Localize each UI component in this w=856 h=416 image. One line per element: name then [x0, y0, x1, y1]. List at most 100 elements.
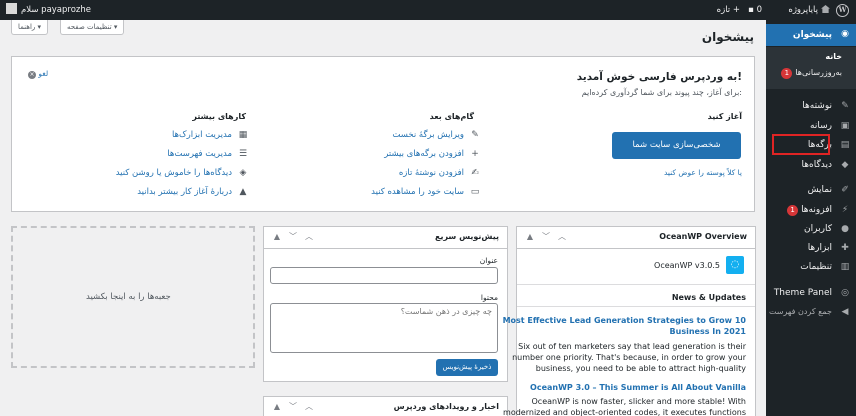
- wp-events-title: اخبار و رویدادهای وردپرس: [393, 402, 499, 411]
- sidebar-item-theme-panel[interactable]: ◎ Theme Panel: [766, 283, 856, 303]
- oceanwp-version: OceanWP v3.0.5: [654, 261, 720, 270]
- site-name-link[interactable]: پایاپروژه: [788, 0, 830, 20]
- pages-highlight-box: [772, 134, 830, 155]
- article-link-oceanwp-3[interactable]: OceanWP 3.0 – This Summer is All About V…: [530, 383, 746, 392]
- menus-icon: ☰: [238, 149, 248, 159]
- plus-icon: +: [471, 149, 479, 159]
- title-label: عنوان: [479, 256, 498, 265]
- help-button[interactable]: راهنما ▾: [11, 20, 49, 35]
- article-link-lead-generation-2[interactable]: Business In 2021: [670, 327, 746, 336]
- get-started-heading: آغاز کنید: [707, 112, 742, 121]
- sidebar-item-label: افزونه‌ها: [801, 205, 832, 215]
- add-post-link[interactable]: افزودن نوشتهٔ تازه: [399, 168, 464, 178]
- news-updates-heading: News & Updates: [671, 293, 746, 302]
- article-excerpt-line: Six out of ten marketers say that lead g…: [518, 342, 746, 351]
- media-icon: ▣: [840, 121, 850, 131]
- sidebar-item-media[interactable]: ▣ رسانه: [766, 116, 856, 136]
- quick-draft-header: پیش‌نویس سریع ︿ ﹀ ▲: [264, 227, 507, 249]
- article-excerpt-line: business, you need to be able to attract…: [535, 364, 746, 373]
- article-excerpt-line: OceanWP is now faster, slicker and more …: [531, 397, 747, 406]
- sidebar-item-settings[interactable]: ▥ تنظیمات: [766, 257, 856, 277]
- manage-widgets-link[interactable]: مدیریت ابزارک‌ها: [172, 130, 232, 140]
- comments-link[interactable]: ▪ 0: [748, 0, 762, 20]
- sidebar-item-label: Theme Panel: [773, 288, 832, 298]
- quick-draft-title: پیش‌نویس سریع: [434, 232, 499, 241]
- dismiss-label: لغو: [38, 69, 49, 78]
- sidebar-item-label: به‌روزرسانی‌ها: [795, 68, 842, 77]
- oceanwp-title: OceanWP Overview: [659, 232, 747, 241]
- sidebar-item-tools[interactable]: ✚ ابزارها: [766, 238, 856, 258]
- my-account-link[interactable]: سلام payaprozhe: [6, 0, 91, 20]
- divider: [517, 306, 755, 307]
- sidebar-item-label: دیدگاه‌ها: [801, 160, 832, 170]
- settings-icon: ▥: [840, 262, 850, 272]
- welcome-title: به وردپرس فارسی خوش آمدید!: [576, 71, 742, 83]
- sidebar-item-plugins[interactable]: ⚡ 1 افزونه‌ها: [766, 200, 856, 220]
- divider: [517, 284, 755, 285]
- new-content-link[interactable]: تازه +: [717, 0, 740, 20]
- sidebar-item-label: نمایش: [807, 185, 832, 195]
- comment-toggle-icon: ◈: [239, 168, 247, 178]
- view-site-link[interactable]: سایت خود را مشاهده کنید: [371, 187, 464, 197]
- avatar: [6, 3, 17, 14]
- wp-events-header: اخبار و رویدادهای وردپرس ︿ ﹀ ▲: [264, 397, 507, 416]
- dismiss-welcome-link[interactable]: × لغو: [26, 69, 48, 79]
- widgets-icon: ▦: [238, 130, 248, 140]
- move-up-icon[interactable]: ︿: [304, 232, 314, 242]
- sidebar-spacer: [766, 81, 856, 89]
- save-draft-button[interactable]: ذخیرهٔ پیش‌نویس: [436, 359, 498, 376]
- plugins-badge: 1: [787, 205, 799, 216]
- sidebar-item-users[interactable]: ● کاربران: [766, 219, 856, 239]
- more-actions-heading: کارهای بیشتر: [192, 112, 246, 121]
- write-icon: ✍: [471, 168, 479, 178]
- add-pages-link[interactable]: افزودن برگه‌های بیشتر: [384, 149, 464, 159]
- learn-icon: ▲: [239, 187, 247, 197]
- edit-front-page-link[interactable]: ویرایش برگهٔ نخست: [392, 130, 464, 140]
- comments-count: 0: [756, 5, 762, 15]
- sidebar-item-label: ابزارها: [807, 243, 832, 253]
- sidebar-collapse-menu[interactable]: ◀ جمع کردن فهرست: [766, 302, 856, 322]
- wordpress-logo-icon[interactable]: W: [836, 0, 850, 20]
- draft-content-textarea[interactable]: [270, 303, 498, 353]
- site-name: پایاپروژه: [788, 5, 818, 15]
- screen-options-button[interactable]: تنظیمات صفحه ▾: [60, 20, 125, 35]
- sidebar-item-label: نوشته‌ها: [802, 101, 832, 111]
- article-link-lead-generation[interactable]: Most Effective Lead Generation Strategie…: [503, 316, 746, 325]
- page-title: پیشخوان: [701, 30, 754, 44]
- wrench-icon: ✚: [841, 243, 849, 253]
- sidebar-item-posts[interactable]: ✎ نوشته‌ها: [766, 96, 856, 116]
- wp-events-widget: اخبار و رویدادهای وردپرس ︿ ﹀ ▲: [263, 396, 508, 416]
- close-icon: ×: [28, 71, 36, 79]
- sidebar-item-comments[interactable]: ◆ دیدگاه‌ها: [766, 155, 856, 175]
- comment-icon: ▪: [748, 5, 754, 15]
- article-excerpt-line: number one priority. That's because, in …: [512, 353, 746, 362]
- change-theme-link[interactable]: یا کلاً پوسته را عوض کنید: [664, 168, 742, 177]
- move-up-icon[interactable]: ︿: [304, 402, 314, 412]
- learn-more-link[interactable]: دربارهٔ آغاز کار بیشتر بدانید: [137, 187, 232, 197]
- sidebar-item-dashboard[interactable]: ◉ پیشخوان: [766, 24, 856, 46]
- help-label: راهنما: [18, 23, 36, 31]
- welcome-subtitle: برای آغاز، چند پیوند برای شما گردآوری کر…: [581, 88, 742, 97]
- theme-panel-icon: ◎: [841, 288, 849, 298]
- sidebar-item-appearance[interactable]: ✐ نمایش: [766, 180, 856, 200]
- toggle-panel-icon[interactable]: ▲: [272, 402, 282, 412]
- sidebar-item-label: تنظیمات: [800, 262, 832, 272]
- move-down-icon[interactable]: ﹀: [541, 232, 551, 242]
- move-down-icon[interactable]: ﹀: [288, 402, 298, 412]
- customize-site-button[interactable]: شخصی‌سازی سایت شما: [612, 132, 741, 159]
- manage-menus-link[interactable]: مدیریت فهرست‌ها: [167, 149, 232, 159]
- toggle-panel-icon[interactable]: ▲: [272, 232, 282, 242]
- draft-title-input[interactable]: [270, 267, 498, 284]
- sidebar-sub-updates[interactable]: 1 به‌روزرسانی‌ها: [766, 63, 856, 83]
- screen-options-label: تنظیمات صفحه: [67, 23, 112, 31]
- content-label: محتوا: [480, 293, 498, 302]
- move-up-icon[interactable]: ︿: [557, 232, 567, 242]
- pin-icon: ✎: [841, 101, 849, 111]
- drop-zone-text: جعبه‌ها را به اینجا بکشید: [86, 292, 171, 302]
- move-down-icon[interactable]: ﹀: [288, 232, 298, 242]
- toggle-panel-icon[interactable]: ▲: [525, 232, 535, 242]
- sidebar-item-label: پیشخوان: [792, 30, 832, 40]
- toggle-comments-link[interactable]: دیدگاه‌ها را خاموش یا روشن کنید: [116, 168, 232, 178]
- sidebar-item-label: رسانه: [810, 121, 832, 131]
- collapse-icon: ◀: [841, 307, 849, 317]
